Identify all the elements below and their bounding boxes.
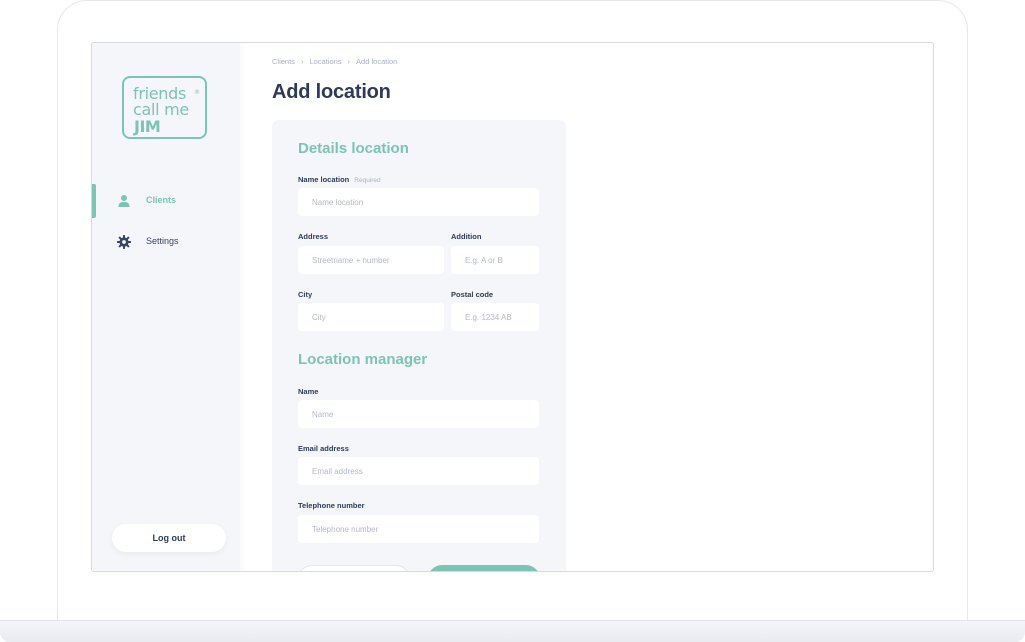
address-input[interactable] <box>298 246 444 274</box>
telephone-input[interactable] <box>298 515 539 543</box>
breadcrumb-locations[interactable]: Locations <box>309 57 341 66</box>
telephone-label: Telephone number <box>298 501 365 510</box>
user-icon <box>118 195 130 207</box>
required-hint: Required <box>354 177 381 184</box>
email-input[interactable] <box>298 457 539 485</box>
name-location-input[interactable] <box>298 188 539 216</box>
manager-name-input[interactable] <box>298 400 539 428</box>
save-button[interactable] <box>428 565 540 571</box>
cancel-button[interactable] <box>298 565 410 571</box>
sidebar-item-settings[interactable]: Settings <box>92 225 240 259</box>
logout-button[interactable]: Log out <box>112 524 226 552</box>
logo-registered-mark: ® <box>194 89 200 96</box>
postal-code-label: Postal code <box>451 290 494 299</box>
address-label: Address <box>298 232 329 241</box>
section-title-manager: Location manager <box>298 351 428 368</box>
name-location-label: Name location Required <box>298 175 381 184</box>
breadcrumb: Clients › Locations › Add location <box>272 57 397 66</box>
section-title-details: Details location <box>298 140 409 157</box>
logo-text-jim: JIM <box>132 117 163 136</box>
sidebar-item-label: Settings <box>146 236 179 246</box>
manager-name-label: Name <box>298 387 319 396</box>
page-title: Add location <box>272 81 391 103</box>
email-label: Email address <box>298 444 349 453</box>
breadcrumb-current: Add location <box>356 57 398 66</box>
postal-code-input[interactable] <box>451 303 539 331</box>
sidebar: friends ® call me JIM Clients Settings L… <box>92 43 240 571</box>
brand-logo: friends ® call me JIM <box>122 76 207 139</box>
logo-text-call-me: call me <box>133 100 189 119</box>
addition-label: Addition <box>451 232 482 241</box>
sidebar-item-clients[interactable]: Clients <box>92 184 240 218</box>
gear-icon <box>117 235 131 249</box>
city-label: City <box>298 290 313 299</box>
name-location-label-text: Name location <box>298 175 350 184</box>
laptop-base <box>0 620 1025 642</box>
addition-input[interactable] <box>451 246 539 274</box>
active-indicator <box>92 184 96 218</box>
app-screen: friends ® call me JIM Clients Settings L… <box>91 42 934 572</box>
chevron-right-icon: › <box>347 57 351 66</box>
city-input[interactable] <box>298 303 444 331</box>
add-location-form: Details location Name location Required A… <box>272 120 566 571</box>
chevron-right-icon: › <box>300 57 304 66</box>
sidebar-item-label: Clients <box>146 195 177 205</box>
main-content: Clients › Locations › Add location Add l… <box>240 43 933 571</box>
breadcrumb-clients[interactable]: Clients <box>272 57 295 66</box>
